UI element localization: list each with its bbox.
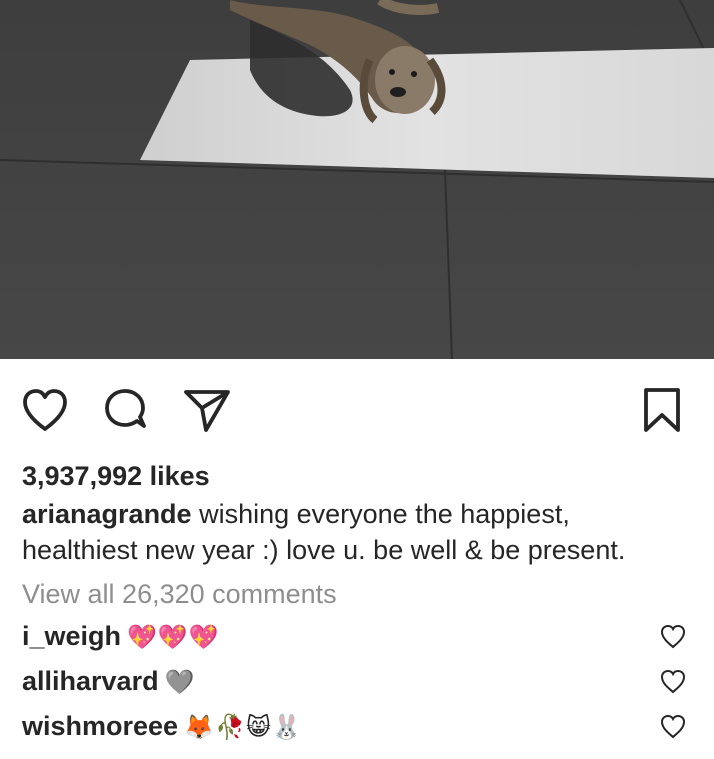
heart-icon[interactable] xyxy=(20,385,70,435)
comment-row: alliharvard 🩶 xyxy=(22,661,702,701)
comment-username[interactable]: wishmoreee xyxy=(22,711,178,741)
caption-username[interactable]: arianagrande xyxy=(22,499,192,529)
comment-username[interactable]: alliharvard xyxy=(22,666,159,696)
paper-plane-icon[interactable] xyxy=(182,385,232,435)
comment-text: 🦊🥀😸🐰 xyxy=(184,714,303,741)
comment-row: wishmoreee 🦊🥀😸🐰 xyxy=(22,706,702,746)
comment-text: 🩶 xyxy=(164,669,196,696)
post-photo[interactable] xyxy=(0,0,714,359)
comment-like-heart-icon[interactable] xyxy=(660,669,686,695)
caption: arianagrande wishing everyone the happie… xyxy=(22,496,692,568)
comment-username[interactable]: i_weigh xyxy=(22,621,121,651)
likes-count[interactable]: 3,937,992 likes xyxy=(22,458,692,494)
view-all-comments-link[interactable]: View all 26,320 comments xyxy=(22,576,692,612)
comment-like-heart-icon[interactable] xyxy=(660,624,686,650)
post-caption-block: 3,937,992 likes arianagrande wishing eve… xyxy=(22,458,692,612)
comment-text: 💖💖💖 xyxy=(127,624,220,651)
post-photo-graphic xyxy=(0,0,714,359)
action-bar xyxy=(0,359,714,459)
bookmark-icon[interactable] xyxy=(637,385,687,435)
comment-like-heart-icon[interactable] xyxy=(660,714,686,740)
comment-bubble-icon[interactable] xyxy=(101,385,151,435)
comment-row: i_weigh 💖💖💖 xyxy=(22,616,702,656)
